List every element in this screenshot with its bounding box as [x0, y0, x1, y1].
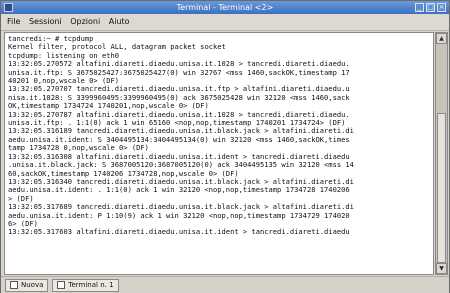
window-menu-icon[interactable]	[4, 3, 13, 12]
terminal-text: tancredi:~ # tcpdump Kernel filter, prot…	[8, 34, 354, 237]
menu-opzioni[interactable]: Opzioni	[70, 17, 100, 26]
scroll-thumb[interactable]	[437, 113, 446, 263]
menu-file[interactable]: File	[7, 17, 20, 26]
minimize-button[interactable]: _	[415, 3, 424, 12]
vertical-scrollbar[interactable]: ▲ ▼	[435, 32, 448, 275]
maximize-button[interactable]: □	[426, 3, 435, 12]
taskbar-item-label: Nuova	[21, 281, 44, 289]
terminal-output[interactable]: tancredi:~ # tcpdump Kernel filter, prot…	[4, 32, 434, 275]
menu-bar: File Sessioni Opzioni Aiuto	[1, 14, 449, 31]
title-bar[interactable]: Terminal - Terminal <2> _ □ ×	[1, 1, 449, 14]
terminal-window: Terminal - Terminal <2> _ □ × File Sessi…	[0, 0, 450, 293]
menu-sessioni[interactable]: Sessioni	[29, 17, 62, 26]
window-title: Terminal - Terminal <2>	[176, 3, 274, 12]
taskbar: Nuova Terminal n. 1	[1, 276, 449, 293]
scroll-up-icon[interactable]: ▲	[436, 33, 447, 44]
taskbar-item-nuova[interactable]: Nuova	[5, 278, 49, 292]
document-icon	[10, 281, 18, 289]
close-button[interactable]: ×	[437, 3, 446, 12]
taskbar-item-label: Terminal n. 1	[68, 281, 114, 289]
scroll-down-icon[interactable]: ▼	[436, 263, 447, 274]
taskbar-item-terminal[interactable]: Terminal n. 1	[52, 278, 119, 292]
menu-aiuto[interactable]: Aiuto	[109, 17, 130, 26]
terminal-icon	[57, 281, 66, 289]
